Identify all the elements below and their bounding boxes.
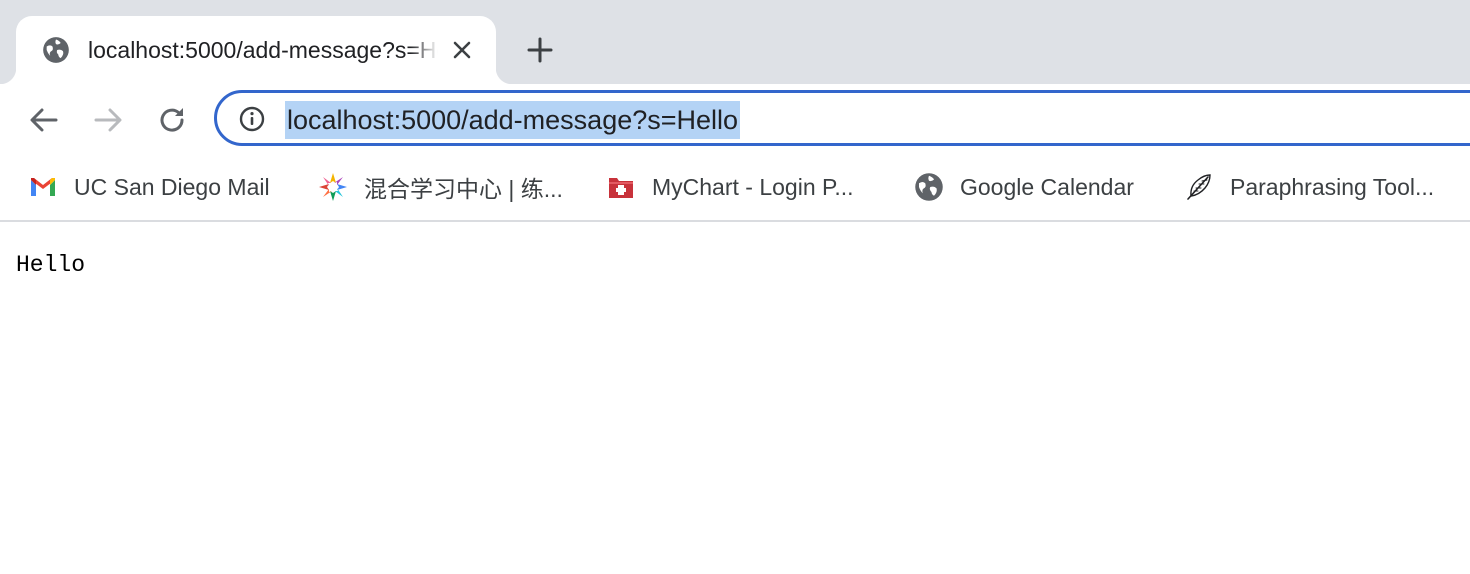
bookmark-label: Google Calendar xyxy=(960,173,1134,200)
bookmark-uc-san-diego-mail[interactable]: UC San Diego Mail xyxy=(28,170,270,204)
mychart-icon xyxy=(609,178,633,198)
globe-icon xyxy=(43,37,69,63)
new-tab-plus-icon[interactable] xyxy=(524,34,556,66)
bookmark-label: MyChart - Login P... xyxy=(652,173,854,200)
bookmark-google-calendar[interactable]: Google Calendar xyxy=(914,170,1134,204)
bookmarks-bar: UC San Diego Mail 混合学习中心 | 练... MyChart … xyxy=(0,156,1470,222)
page-message-text: Hello xyxy=(16,252,86,278)
reload-icon[interactable] xyxy=(154,102,190,138)
star-logo-icon xyxy=(319,173,347,201)
back-arrow-icon[interactable] xyxy=(26,102,62,138)
bookmark-paraphrasing-tool[interactable]: Paraphrasing Tool... xyxy=(1184,170,1434,204)
page-content: Hello xyxy=(0,222,1470,574)
forward-arrow-icon[interactable] xyxy=(90,102,126,138)
bookmark-label: 混合学习中心 | 练... xyxy=(364,176,563,202)
url-text[interactable]: localhost:5000/add-message?s=Hello xyxy=(285,101,741,139)
globe-icon xyxy=(915,173,943,201)
close-icon[interactable] xyxy=(450,38,474,62)
tab-curve-left xyxy=(0,68,16,84)
tab-title: localhost:5000/add-message?s=Hello xyxy=(88,37,438,63)
address-bar[interactable]: localhost:5000/add-message?s=Hello xyxy=(214,90,1470,146)
info-icon[interactable] xyxy=(239,106,265,132)
bookmark-label: Paraphrasing Tool... xyxy=(1230,173,1435,200)
bookmark-blended-learning-center[interactable]: 混合学习中心 | 练... xyxy=(318,170,563,204)
bookmark-label: UC San Diego Mail xyxy=(74,173,270,200)
tab-strip: localhost:5000/add-message?s=Hello xyxy=(0,0,1470,84)
gmail-icon xyxy=(31,178,55,196)
bookmark-mychart-login[interactable]: MyChart - Login P... xyxy=(606,170,854,204)
feather-icon xyxy=(1187,174,1211,200)
active-tab[interactable]: localhost:5000/add-message?s=Hello xyxy=(16,16,496,84)
browser-toolbar: localhost:5000/add-message?s=Hello xyxy=(0,84,1470,156)
tab-curve-right xyxy=(496,68,512,84)
